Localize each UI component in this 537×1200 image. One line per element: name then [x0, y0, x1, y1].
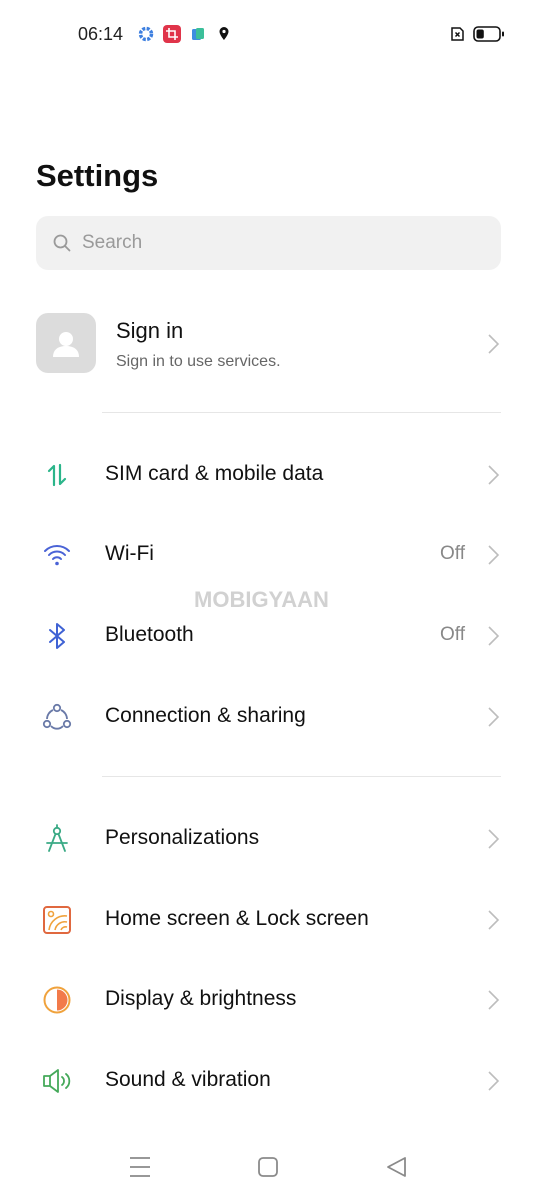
- home-button[interactable]: [257, 1150, 279, 1184]
- item-label: Wi-Fi: [105, 542, 154, 565]
- item-label: Personalizations: [105, 826, 260, 849]
- bluetooth-status: Off: [440, 624, 465, 645]
- mobile-data-icon: [47, 463, 67, 487]
- files-app-icon: [192, 28, 204, 40]
- back-button[interactable]: [385, 1150, 407, 1184]
- chevron-right-icon: [488, 1071, 500, 1091]
- status-time: 06:14: [78, 24, 124, 44]
- avatar: [36, 313, 96, 373]
- chevron-right-icon: [488, 545, 500, 565]
- chevron-right-icon: [488, 829, 500, 849]
- item-label: SIM card & mobile data: [105, 462, 324, 485]
- user-icon: [53, 332, 79, 357]
- status-bar: 06:14: [0, 0, 537, 70]
- chevron-right-icon: [488, 707, 500, 727]
- settings-item-personalizations[interactable]: Personalizations: [36, 809, 501, 869]
- settings-item-sim-mobile-data[interactable]: SIM card & mobile data: [36, 445, 501, 505]
- search-input[interactable]: Search: [36, 216, 501, 270]
- item-label: Connection & sharing: [105, 704, 306, 727]
- sign-in-row[interactable]: Sign in Sign in to use services.: [36, 313, 501, 375]
- search-icon: [53, 234, 71, 252]
- chevron-right-icon: [488, 334, 500, 354]
- divider: [102, 776, 501, 777]
- sign-in-title: Sign in: [116, 318, 184, 343]
- settings-item-connection-sharing[interactable]: Connection & sharing: [36, 687, 501, 747]
- connection-sharing-icon: [42, 703, 72, 730]
- chevron-right-icon: [488, 910, 500, 930]
- chevron-right-icon: [488, 465, 500, 485]
- menu-button[interactable]: [129, 1150, 151, 1184]
- search-placeholder: Search: [82, 232, 143, 253]
- item-label: Sound & vibration: [105, 1068, 271, 1091]
- location-icon: [219, 27, 229, 40]
- sign-in-subtitle: Sign in to use services.: [116, 353, 281, 370]
- divider: [102, 412, 501, 413]
- item-label: Display & brightness: [105, 987, 297, 1010]
- chevron-right-icon: [488, 990, 500, 1010]
- item-label: Home screen & Lock screen: [105, 907, 369, 930]
- settings-item-sound-vibration[interactable]: Sound & vibration: [36, 1051, 501, 1111]
- chevron-right-icon: [488, 626, 500, 646]
- bluetooth-icon: [49, 623, 65, 649]
- crop-app-icon: [163, 25, 181, 43]
- no-sim-icon: [451, 27, 464, 41]
- settings-item-bluetooth[interactable]: Bluetooth Off: [36, 606, 501, 666]
- wifi-icon: [44, 545, 70, 566]
- compass-icon: [46, 824, 68, 852]
- wifi-status: Off: [440, 543, 465, 564]
- speaker-icon: [43, 1069, 71, 1093]
- settings-notification-icon: [138, 26, 154, 42]
- settings-item-wifi[interactable]: Wi-Fi Off: [36, 525, 501, 585]
- settings-item-display-brightness[interactable]: Display & brightness: [36, 970, 501, 1030]
- settings-item-home-lock-screen[interactable]: Home screen & Lock screen: [36, 890, 501, 950]
- brightness-icon: [43, 986, 71, 1014]
- wallpaper-icon: [43, 906, 71, 934]
- battery-icon: [473, 26, 504, 42]
- item-label: Bluetooth: [105, 623, 194, 646]
- page-title: Settings: [36, 158, 159, 193]
